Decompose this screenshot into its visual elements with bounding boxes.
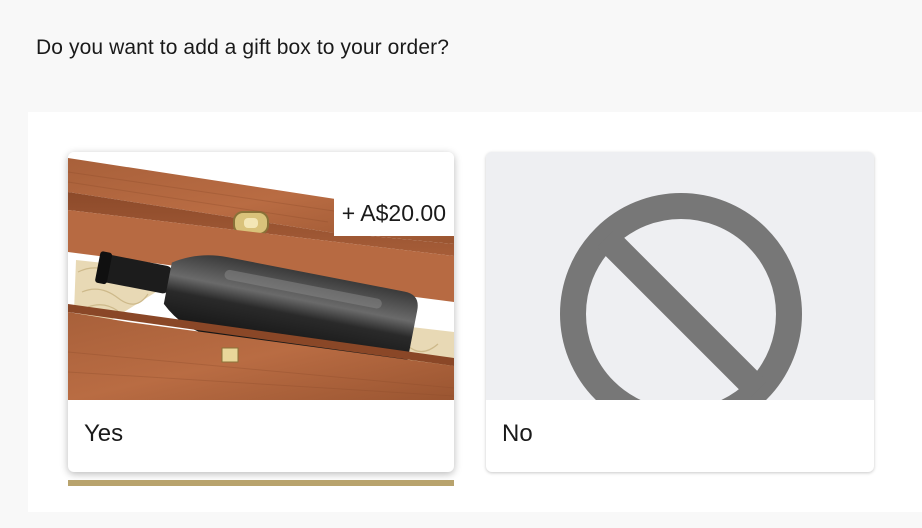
- option-card-yes[interactable]: + A$20.00 Yes: [68, 152, 454, 472]
- no-option-image: [486, 152, 874, 435]
- gift-box-question: Do you want to add a gift box to your or…: [36, 36, 449, 59]
- option-label-yes: Yes: [84, 420, 124, 447]
- prohibited-icon: [486, 152, 874, 435]
- option-label-no: No: [502, 420, 533, 447]
- gift-box-options-panel: + A$20.00 Yes No: [28, 112, 922, 512]
- selected-indicator: [68, 480, 454, 486]
- price-badge: + A$20.00: [333, 190, 454, 236]
- option-card-no[interactable]: No: [486, 152, 874, 472]
